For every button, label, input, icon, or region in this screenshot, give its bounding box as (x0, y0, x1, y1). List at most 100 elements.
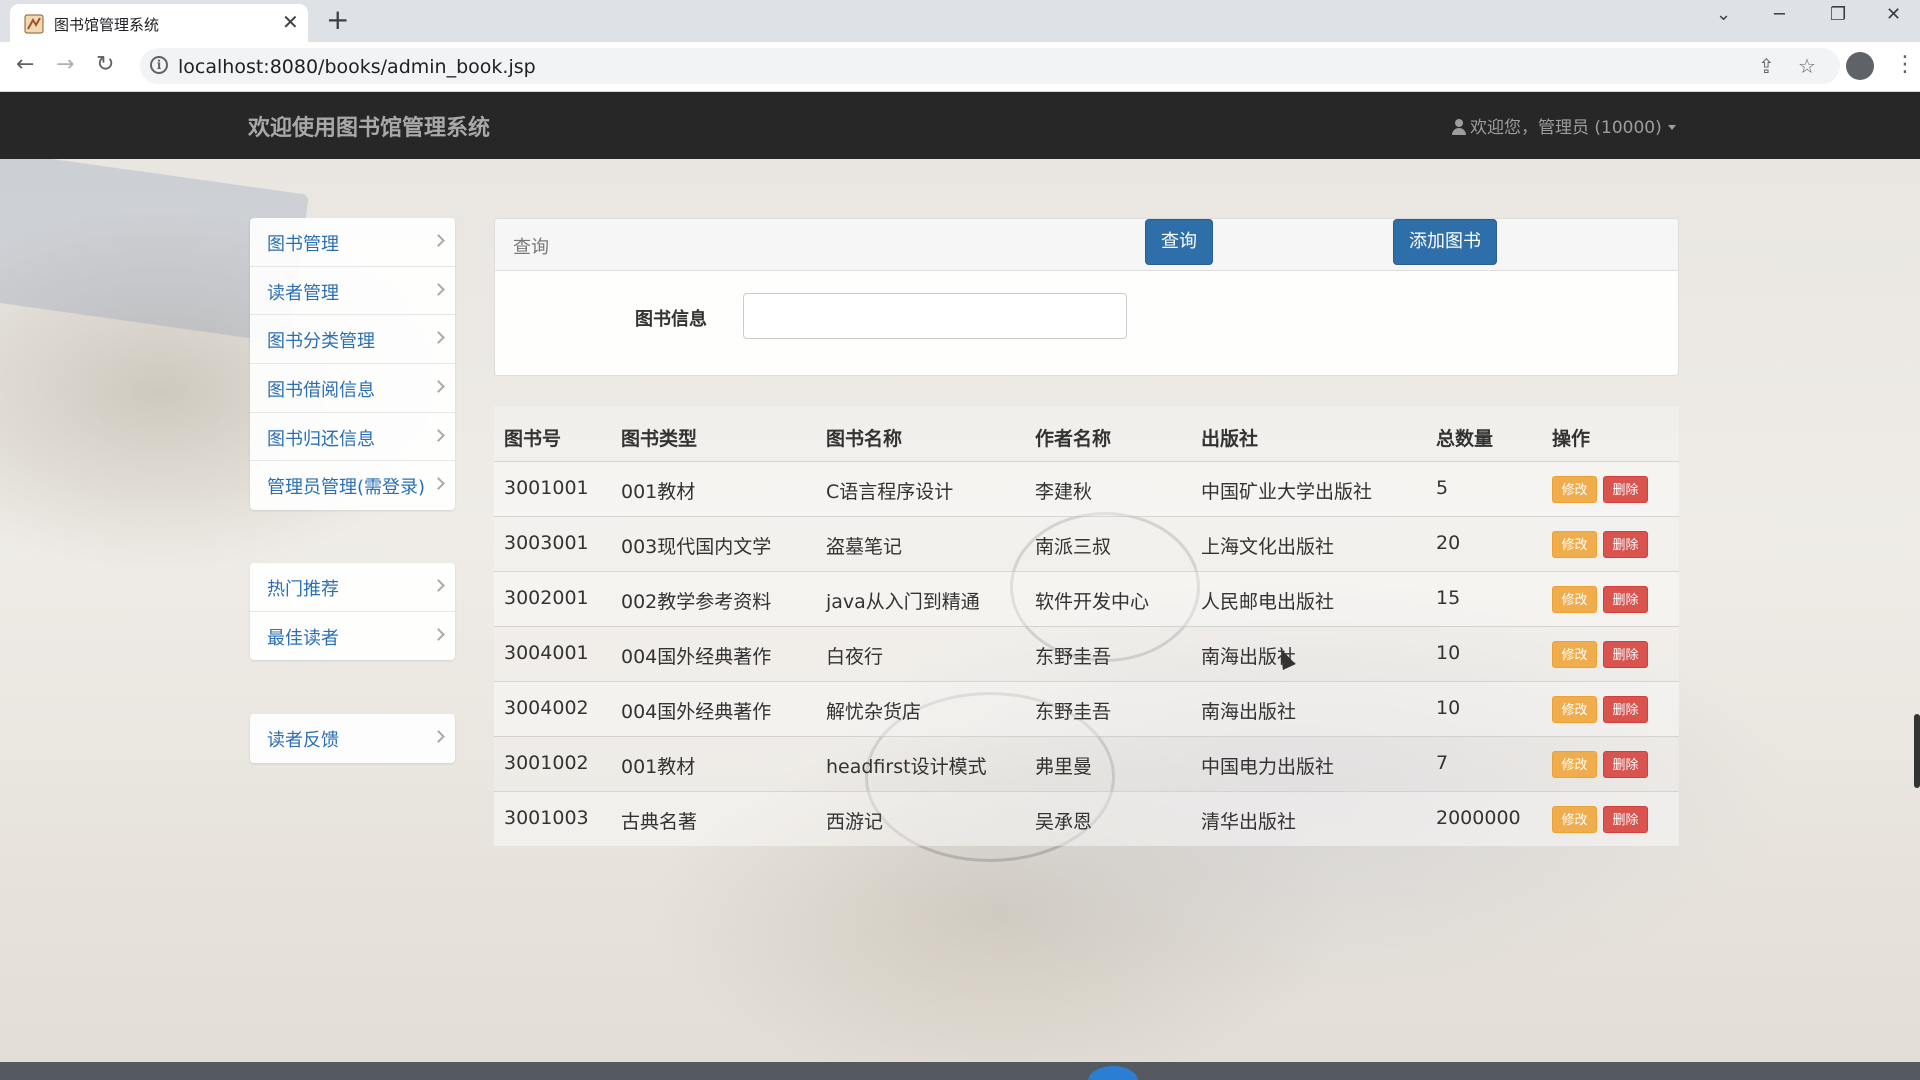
top-navbar: 欢迎使用图书馆管理系统 欢迎您，管理员 (10000) (0, 92, 1920, 159)
site-info-icon[interactable]: i (150, 56, 168, 74)
sidebar-item-book-management[interactable]: 图书管理 (250, 218, 455, 267)
column-header-actions: 操作 (1552, 428, 1591, 450)
cell-publisher: 上海文化出版社 (1201, 536, 1335, 558)
sidebar-item-label: 读者管理 (267, 282, 339, 304)
delete-button[interactable]: 删除 (1603, 696, 1648, 723)
cell-publisher: 中国电力出版社 (1201, 756, 1335, 778)
cell-author: 吴承恩 (1035, 811, 1093, 833)
page-content: 欢迎使用图书馆管理系统 欢迎您，管理员 (10000) 图书管理 读者管理 图书… (0, 92, 1920, 1080)
query-button[interactable]: 查询 (1145, 219, 1213, 265)
delete-button[interactable]: 删除 (1603, 476, 1648, 503)
cell-author: 东野圭吾 (1035, 646, 1112, 668)
cell-book-name: 解忧杂货店 (826, 701, 922, 723)
tab-search-icon[interactable]: ⌄ (1716, 4, 1731, 25)
browser-menu-icon[interactable]: ⋮ (1894, 52, 1916, 77)
sidebar-item-borrow-info[interactable]: 图书借阅信息 (250, 364, 455, 413)
brand-title[interactable]: 欢迎使用图书馆管理系统 (248, 110, 490, 142)
chevron-right-icon (432, 331, 445, 345)
sidebar-item-return-info[interactable]: 图书归还信息 (250, 413, 455, 462)
cell-author: 弗里曼 (1035, 756, 1093, 778)
column-header-total: 总数量 (1436, 428, 1494, 450)
reload-icon[interactable]: ↻ (96, 52, 114, 77)
edit-button[interactable]: 修改 (1552, 641, 1597, 668)
table-row: 3003001 003现代国内文学 盗墓笔记 南派三叔 上海文化出版社 20 修… (494, 516, 1679, 571)
sidebar-item-reader-feedback[interactable]: 读者反馈 (250, 714, 455, 763)
table-row: 3001002 001教材 headfirst设计模式 弗里曼 中国电力出版社 … (494, 736, 1679, 791)
edit-button[interactable]: 修改 (1552, 531, 1597, 558)
edit-button[interactable]: 修改 (1552, 476, 1597, 503)
delete-button[interactable]: 删除 (1603, 751, 1648, 778)
cell-publisher: 中国矿业大学出版社 (1201, 481, 1373, 503)
chevron-right-icon (432, 579, 445, 592)
sidebar-menu-main: 图书管理 读者管理 图书分类管理 图书借阅信息 图书归还信息 管理员管理(需登录… (250, 218, 455, 511)
column-header-book-id: 图书号 (504, 428, 562, 450)
delete-button[interactable]: 删除 (1603, 806, 1648, 833)
cell-book-id: 3001001 (504, 477, 589, 499)
cell-book-name: 白夜行 (826, 646, 884, 668)
chevron-right-icon (432, 234, 445, 247)
edit-button[interactable]: 修改 (1552, 696, 1597, 723)
back-icon[interactable]: ← (16, 52, 34, 77)
restore-icon[interactable]: ❐ (1830, 4, 1846, 25)
minimize-icon[interactable]: ─ (1774, 4, 1785, 25)
bookmark-star-icon[interactable]: ☆ (1798, 54, 1816, 78)
sidebar-item-label: 图书归还信息 (267, 428, 375, 450)
sidebar-menu-recommend: 热门推荐 最佳读者 (250, 563, 455, 661)
edit-button[interactable]: 修改 (1552, 751, 1597, 778)
search-panel-title: 查询 (513, 237, 549, 258)
cell-book-id: 3002001 (504, 587, 589, 609)
cell-book-type: 004国外经典著作 (621, 701, 772, 723)
sidebar-item-label: 图书分类管理 (267, 331, 375, 353)
cell-book-id: 3003001 (504, 532, 589, 554)
cell-total: 2000000 (1436, 807, 1521, 829)
sidebar-item-hot-recommend[interactable]: 热门推荐 (250, 563, 455, 612)
edit-button[interactable]: 修改 (1552, 586, 1597, 613)
cell-book-type: 004国外经典著作 (621, 646, 772, 668)
delete-button[interactable]: 删除 (1603, 586, 1648, 613)
sidebar-item-best-readers[interactable]: 最佳读者 (250, 612, 455, 661)
cell-book-id: 3004002 (504, 697, 589, 719)
scroll-handle[interactable] (1914, 714, 1920, 788)
cell-book-id: 3004001 (504, 642, 589, 664)
browser-toolbar: ← → ↻ i localhost:8080/books/admin_book.… (0, 42, 1920, 92)
cell-book-type: 002教学参考资料 (621, 591, 772, 613)
sidebar-item-label: 图书管理 (267, 234, 339, 255)
user-dropdown[interactable]: 欢迎您，管理员 (10000) (1452, 113, 1676, 138)
chevron-right-icon (432, 282, 445, 296)
edit-button[interactable]: 修改 (1552, 806, 1597, 833)
cell-total: 15 (1436, 587, 1461, 609)
book-info-search-input[interactable] (743, 293, 1127, 339)
book-info-label: 图书信息 (635, 309, 707, 330)
sidebar-item-category-management[interactable]: 图书分类管理 (250, 315, 455, 365)
sidebar-item-label: 图书借阅信息 (267, 380, 375, 402)
cell-book-type: 古典名著 (621, 811, 698, 833)
cell-author: 南派三叔 (1035, 536, 1112, 558)
browser-tabstrip: 图书馆管理系统 ✕ + ⌄ ─ ❐ ✕ (0, 0, 1920, 42)
search-panel: 查询 图书信息 查询 添加图书 (494, 218, 1679, 376)
cell-publisher: 清华出版社 (1201, 811, 1297, 833)
new-tab-icon[interactable]: + (326, 3, 349, 36)
user-label: 欢迎您，管理员 (10000) (1470, 118, 1662, 138)
cell-total: 20 (1436, 532, 1461, 554)
cell-book-name: C语言程序设计 (826, 481, 954, 503)
delete-button[interactable]: 删除 (1603, 641, 1648, 668)
sidebar-item-reader-management[interactable]: 读者管理 (250, 267, 455, 316)
browser-tab[interactable]: 图书馆管理系统 ✕ (10, 4, 308, 42)
cell-book-name: java从入门到精通 (826, 591, 980, 613)
profile-avatar-icon[interactable] (1846, 52, 1874, 80)
close-tab-icon[interactable]: ✕ (282, 10, 299, 34)
forward-icon[interactable]: → (56, 52, 74, 77)
cell-total: 10 (1436, 642, 1461, 664)
chevron-right-icon (432, 380, 445, 393)
sidebar-item-admin-management[interactable]: 管理员管理(需登录) (250, 461, 455, 510)
delete-button[interactable]: 删除 (1603, 531, 1648, 558)
cell-book-name: 西游记 (826, 811, 884, 833)
share-icon[interactable]: ⇪ (1758, 54, 1775, 78)
close-window-icon[interactable]: ✕ (1886, 4, 1901, 25)
bottom-edge-strip (0, 1062, 1920, 1080)
cell-book-type: 001教材 (621, 756, 696, 778)
chevron-right-icon (432, 730, 445, 743)
address-bar[interactable]: i localhost:8080/books/admin_book.jsp ⇪ … (140, 48, 1840, 84)
sidebar-item-label: 管理员管理(需登录) (267, 477, 426, 499)
add-book-button[interactable]: 添加图书 (1393, 219, 1497, 265)
